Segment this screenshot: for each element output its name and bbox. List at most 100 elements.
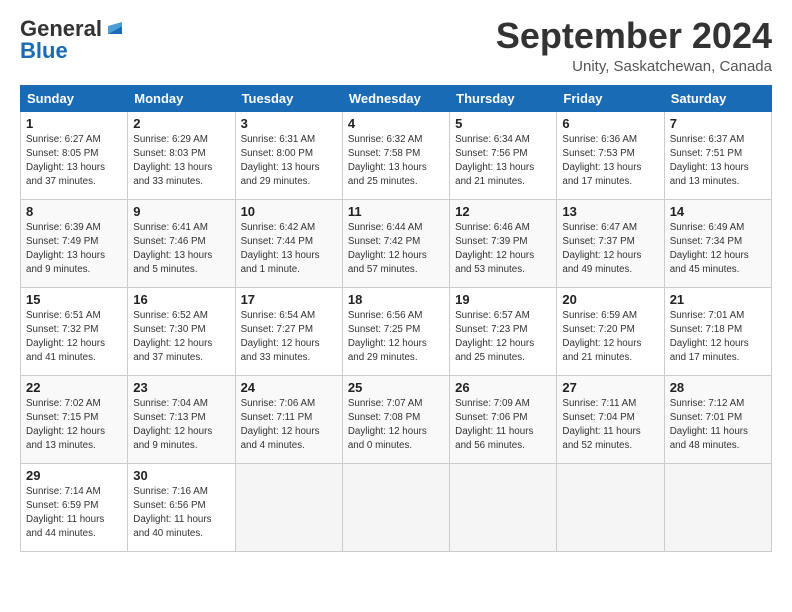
table-row: 19Sunrise: 6:57 AMSunset: 7:23 PMDayligh…: [450, 287, 557, 375]
col-monday: Monday: [128, 85, 235, 111]
logo-blue: Blue: [20, 38, 68, 64]
table-row: 30Sunrise: 7:16 AMSunset: 6:56 PMDayligh…: [128, 463, 235, 551]
calendar-week-row: 1Sunrise: 6:27 AMSunset: 8:05 PMDaylight…: [21, 111, 772, 199]
day-number: 2: [133, 116, 229, 131]
table-row: [235, 463, 342, 551]
table-row: 12 Sunrise: 6:46 AMSunset: 7:39 PMDayligh…: [450, 199, 557, 287]
day-info: Sunrise: 7:14 AMSunset: 6:59 PMDaylight:…: [26, 485, 122, 542]
day-info: Sunrise: 7:07 AMSunset: 7:08 PMDaylight:…: [348, 397, 444, 454]
calendar-header-row: Sunday Monday Tuesday Wednesday Thursday…: [21, 85, 772, 111]
logo: General Blue: [20, 16, 126, 64]
page: General Blue September 2024 Unity, Saska…: [0, 0, 792, 612]
table-row: 10Sunrise: 6:42 AMSunset: 7:44 PMDayligh…: [235, 199, 342, 287]
header: General Blue September 2024 Unity, Saska…: [20, 16, 772, 75]
day-info: Sunrise: 6:59 AMSunset: 7:20 PMDaylight:…: [562, 309, 658, 366]
table-row: [450, 463, 557, 551]
day-number: 26: [455, 380, 551, 395]
day-number: 7: [670, 116, 766, 131]
day-info: Sunrise: 6:54 AMSunset: 7:27 PMDaylight:…: [241, 309, 337, 366]
day-info: Sunrise: 6:46 AMSunset: 7:39 PMDaylight:…: [455, 221, 551, 278]
day-info: Sunrise: 7:04 AMSunset: 7:13 PMDaylight:…: [133, 397, 229, 454]
table-row: 4 Sunrise: 6:32 AMSunset: 7:58 PMDaylight…: [342, 111, 449, 199]
day-info: Sunrise: 7:16 AMSunset: 6:56 PMDaylight:…: [133, 485, 229, 542]
day-number: 25: [348, 380, 444, 395]
col-sunday: Sunday: [21, 85, 128, 111]
calendar-week-row: 8 Sunrise: 6:39 AMSunset: 7:49 PMDaylight…: [21, 199, 772, 287]
day-number: 13: [562, 204, 658, 219]
day-info: Sunrise: 6:27 AMSunset: 8:05 PMDaylight:…: [26, 133, 122, 190]
table-row: 1Sunrise: 6:27 AMSunset: 8:05 PMDaylight…: [21, 111, 128, 199]
day-info: Sunrise: 6:34 AMSunset: 7:56 PMDaylight:…: [455, 133, 551, 190]
day-info: Sunrise: 7:02 AMSunset: 7:15 PMDaylight:…: [26, 397, 122, 454]
table-row: 6 Sunrise: 6:36 AMSunset: 7:53 PMDaylight…: [557, 111, 664, 199]
day-number: 24: [241, 380, 337, 395]
table-row: 29 Sunrise: 7:14 AMSunset: 6:59 PMDayligh…: [21, 463, 128, 551]
day-number: 15: [26, 292, 122, 307]
day-info: Sunrise: 6:56 AMSunset: 7:25 PMDaylight:…: [348, 309, 444, 366]
table-row: [557, 463, 664, 551]
table-row: 17 Sunrise: 6:54 AMSunset: 7:27 PMDayligh…: [235, 287, 342, 375]
calendar-table: Sunday Monday Tuesday Wednesday Thursday…: [20, 85, 772, 552]
day-number: 9: [133, 204, 229, 219]
col-friday: Friday: [557, 85, 664, 111]
day-number: 21: [670, 292, 766, 307]
day-number: 14: [670, 204, 766, 219]
day-number: 8: [26, 204, 122, 219]
location-subtitle: Unity, Saskatchewan, Canada: [496, 58, 772, 75]
day-info: Sunrise: 6:36 AMSunset: 7:53 PMDaylight:…: [562, 133, 658, 190]
day-number: 29: [26, 468, 122, 483]
day-info: Sunrise: 6:44 AMSunset: 7:42 PMDaylight:…: [348, 221, 444, 278]
table-row: 28 Sunrise: 7:12 AMSunset: 7:01 PMDayligh…: [664, 375, 771, 463]
logo-icon: [104, 16, 126, 38]
table-row: 18Sunrise: 6:56 AMSunset: 7:25 PMDayligh…: [342, 287, 449, 375]
table-row: 5 Sunrise: 6:34 AMSunset: 7:56 PMDaylight…: [450, 111, 557, 199]
day-number: 3: [241, 116, 337, 131]
col-wednesday: Wednesday: [342, 85, 449, 111]
day-number: 28: [670, 380, 766, 395]
day-info: Sunrise: 7:11 AMSunset: 7:04 PMDaylight:…: [562, 397, 658, 454]
day-number: 17: [241, 292, 337, 307]
table-row: 27Sunrise: 7:11 AMSunset: 7:04 PMDayligh…: [557, 375, 664, 463]
table-row: 23Sunrise: 7:04 AMSunset: 7:13 PMDayligh…: [128, 375, 235, 463]
table-row: 9Sunrise: 6:41 AMSunset: 7:46 PMDaylight…: [128, 199, 235, 287]
table-row: 11 Sunrise: 6:44 AMSunset: 7:42 PMDayligh…: [342, 199, 449, 287]
calendar-week-row: 22Sunrise: 7:02 AMSunset: 7:15 PMDayligh…: [21, 375, 772, 463]
day-info: Sunrise: 6:37 AMSunset: 7:51 PMDaylight:…: [670, 133, 766, 190]
day-info: Sunrise: 6:31 AMSunset: 8:00 PMDaylight:…: [241, 133, 337, 190]
day-number: 5: [455, 116, 551, 131]
day-info: Sunrise: 6:51 AMSunset: 7:32 PMDaylight:…: [26, 309, 122, 366]
day-info: Sunrise: 6:29 AMSunset: 8:03 PMDaylight:…: [133, 133, 229, 190]
day-number: 12: [455, 204, 551, 219]
calendar-week-row: 29 Sunrise: 7:14 AMSunset: 6:59 PMDayligh…: [21, 463, 772, 551]
day-number: 6: [562, 116, 658, 131]
table-row: 2 Sunrise: 6:29 AMSunset: 8:03 PMDaylight…: [128, 111, 235, 199]
table-row: 26Sunrise: 7:09 AMSunset: 7:06 PMDayligh…: [450, 375, 557, 463]
day-info: Sunrise: 6:39 AMSunset: 7:49 PMDaylight:…: [26, 221, 122, 278]
day-info: Sunrise: 6:49 AMSunset: 7:34 PMDaylight:…: [670, 221, 766, 278]
table-row: 20 Sunrise: 6:59 AMSunset: 7:20 PMDayligh…: [557, 287, 664, 375]
table-row: 3 Sunrise: 6:31 AMSunset: 8:00 PMDaylight…: [235, 111, 342, 199]
table-row: [664, 463, 771, 551]
day-number: 11: [348, 204, 444, 219]
day-info: Sunrise: 7:06 AMSunset: 7:11 PMDaylight:…: [241, 397, 337, 454]
table-row: 14 Sunrise: 6:49 AMSunset: 7:34 PMDayligh…: [664, 199, 771, 287]
day-info: Sunrise: 6:57 AMSunset: 7:23 PMDaylight:…: [455, 309, 551, 366]
day-info: Sunrise: 6:47 AMSunset: 7:37 PMDaylight:…: [562, 221, 658, 278]
table-row: 8 Sunrise: 6:39 AMSunset: 7:49 PMDaylight…: [21, 199, 128, 287]
day-info: Sunrise: 7:12 AMSunset: 7:01 PMDaylight:…: [670, 397, 766, 454]
col-saturday: Saturday: [664, 85, 771, 111]
table-row: 25 Sunrise: 7:07 AMSunset: 7:08 PMDayligh…: [342, 375, 449, 463]
table-row: 15 Sunrise: 6:51 AMSunset: 7:32 PMDayligh…: [21, 287, 128, 375]
day-info: Sunrise: 6:52 AMSunset: 7:30 PMDaylight:…: [133, 309, 229, 366]
day-info: Sunrise: 6:32 AMSunset: 7:58 PMDaylight:…: [348, 133, 444, 190]
day-info: Sunrise: 6:42 AMSunset: 7:44 PMDaylight:…: [241, 221, 337, 278]
day-number: 4: [348, 116, 444, 131]
day-number: 20: [562, 292, 658, 307]
table-row: 16Sunrise: 6:52 AMSunset: 7:30 PMDayligh…: [128, 287, 235, 375]
table-row: [342, 463, 449, 551]
title-block: September 2024 Unity, Saskatchewan, Cana…: [496, 16, 772, 75]
month-title: September 2024: [496, 16, 772, 56]
table-row: 22Sunrise: 7:02 AMSunset: 7:15 PMDayligh…: [21, 375, 128, 463]
col-thursday: Thursday: [450, 85, 557, 111]
table-row: 13 Sunrise: 6:47 AMSunset: 7:37 PMDayligh…: [557, 199, 664, 287]
